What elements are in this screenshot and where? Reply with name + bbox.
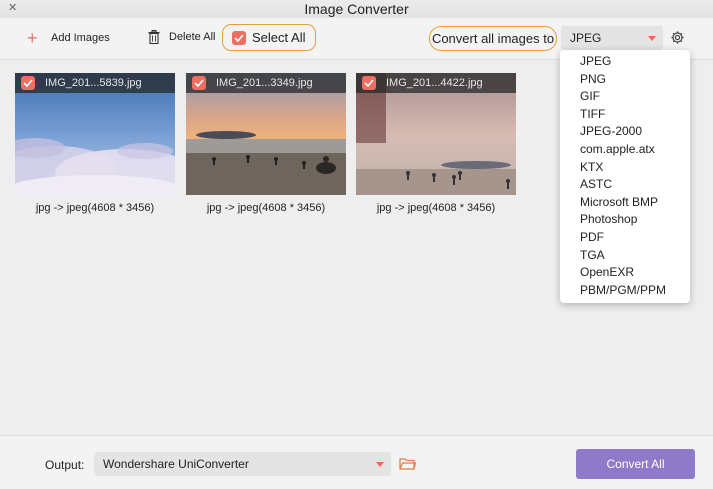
image-conversion-info: jpg -> jpeg(4608 * 3456) bbox=[35, 202, 155, 214]
caret-down-icon bbox=[648, 36, 656, 41]
output-location-select[interactable]: Wondershare UniConverter bbox=[94, 452, 391, 476]
add-images-button[interactable]: + Add Images bbox=[27, 28, 110, 48]
format-option-photoshop[interactable]: Photoshop bbox=[560, 211, 690, 229]
format-option-pbm[interactable]: PBM/PGM/PPM bbox=[560, 282, 690, 300]
convert-all-images-label: Convert all images to bbox=[429, 26, 557, 51]
add-images-label: Add Images bbox=[51, 32, 110, 44]
format-option-openexr[interactable]: OpenEXR bbox=[560, 264, 690, 282]
convert-all-button[interactable]: Convert All bbox=[576, 449, 695, 479]
format-select[interactable]: JPEG bbox=[561, 26, 663, 50]
window-title: Image Converter bbox=[304, 1, 409, 17]
caret-down-icon bbox=[376, 462, 384, 467]
image-card[interactable]: IMG_201...3349.jpg jpg -> jpeg(4608 * 34… bbox=[186, 73, 346, 214]
trash-icon bbox=[148, 30, 160, 44]
delete-all-button[interactable]: Delete All bbox=[148, 30, 215, 44]
select-all-checkbox[interactable]: Select All bbox=[222, 24, 316, 51]
format-option-ktx[interactable]: KTX bbox=[560, 159, 690, 177]
image-thumbnail[interactable]: IMG_201...4422.jpg bbox=[356, 73, 516, 195]
checkbox-checked-icon bbox=[232, 30, 246, 45]
select-all-label: Select All bbox=[252, 30, 306, 45]
format-option-bmp[interactable]: Microsoft BMP bbox=[560, 194, 690, 212]
image-card[interactable]: IMG_201...4422.jpg jpg -> jpeg(4608 * 34… bbox=[356, 73, 516, 214]
format-option-jpeg[interactable]: JPEG bbox=[560, 53, 690, 71]
checkbox-checked-icon[interactable] bbox=[21, 76, 35, 90]
image-conversion-info: jpg -> jpeg(4608 * 3456) bbox=[376, 202, 496, 214]
format-option-atx[interactable]: com.apple.atx bbox=[560, 141, 690, 159]
image-name-bar: IMG_201...4422.jpg bbox=[356, 73, 516, 93]
image-thumbnail[interactable]: IMG_201...5839.jpg bbox=[15, 73, 175, 195]
output-label: Output: bbox=[45, 458, 85, 472]
checkbox-checked-icon[interactable] bbox=[362, 76, 376, 90]
title-bar: ✕ Image Converter bbox=[0, 0, 713, 18]
format-option-png[interactable]: PNG bbox=[560, 71, 690, 89]
gear-icon[interactable] bbox=[670, 30, 685, 45]
delete-all-label: Delete All bbox=[169, 31, 216, 43]
image-filename: IMG_201...4422.jpg bbox=[386, 77, 483, 89]
image-filename: IMG_201...5839.jpg bbox=[45, 77, 142, 89]
format-option-gif[interactable]: GIF bbox=[560, 88, 690, 106]
format-option-pdf[interactable]: PDF bbox=[560, 229, 690, 247]
format-option-astc[interactable]: ASTC bbox=[560, 176, 690, 194]
image-conversion-info: jpg -> jpeg(4608 * 3456) bbox=[206, 202, 326, 214]
format-selected-value: JPEG bbox=[570, 31, 602, 45]
image-card[interactable]: IMG_201...5839.jpg jpg -> jpeg(4608 * 34… bbox=[15, 73, 175, 214]
checkbox-checked-icon[interactable] bbox=[192, 76, 206, 90]
image-filename: IMG_201...3349.jpg bbox=[216, 77, 313, 89]
footer-bar: Output: Wondershare UniConverter Convert… bbox=[0, 435, 713, 489]
format-option-tiff[interactable]: TIFF bbox=[560, 106, 690, 124]
format-dropdown-menu: JPEG PNG GIF TIFF JPEG-2000 com.apple.at… bbox=[560, 50, 690, 303]
image-name-bar: IMG_201...3349.jpg bbox=[186, 73, 346, 93]
plus-icon: + bbox=[27, 28, 38, 48]
format-option-jpeg-2000[interactable]: JPEG-2000 bbox=[560, 123, 690, 141]
folder-icon[interactable] bbox=[399, 457, 416, 470]
image-thumbnail[interactable]: IMG_201...3349.jpg bbox=[186, 73, 346, 195]
format-option-tga[interactable]: TGA bbox=[560, 247, 690, 265]
output-location-value: Wondershare UniConverter bbox=[103, 457, 249, 471]
image-name-bar: IMG_201...5839.jpg bbox=[15, 73, 175, 93]
